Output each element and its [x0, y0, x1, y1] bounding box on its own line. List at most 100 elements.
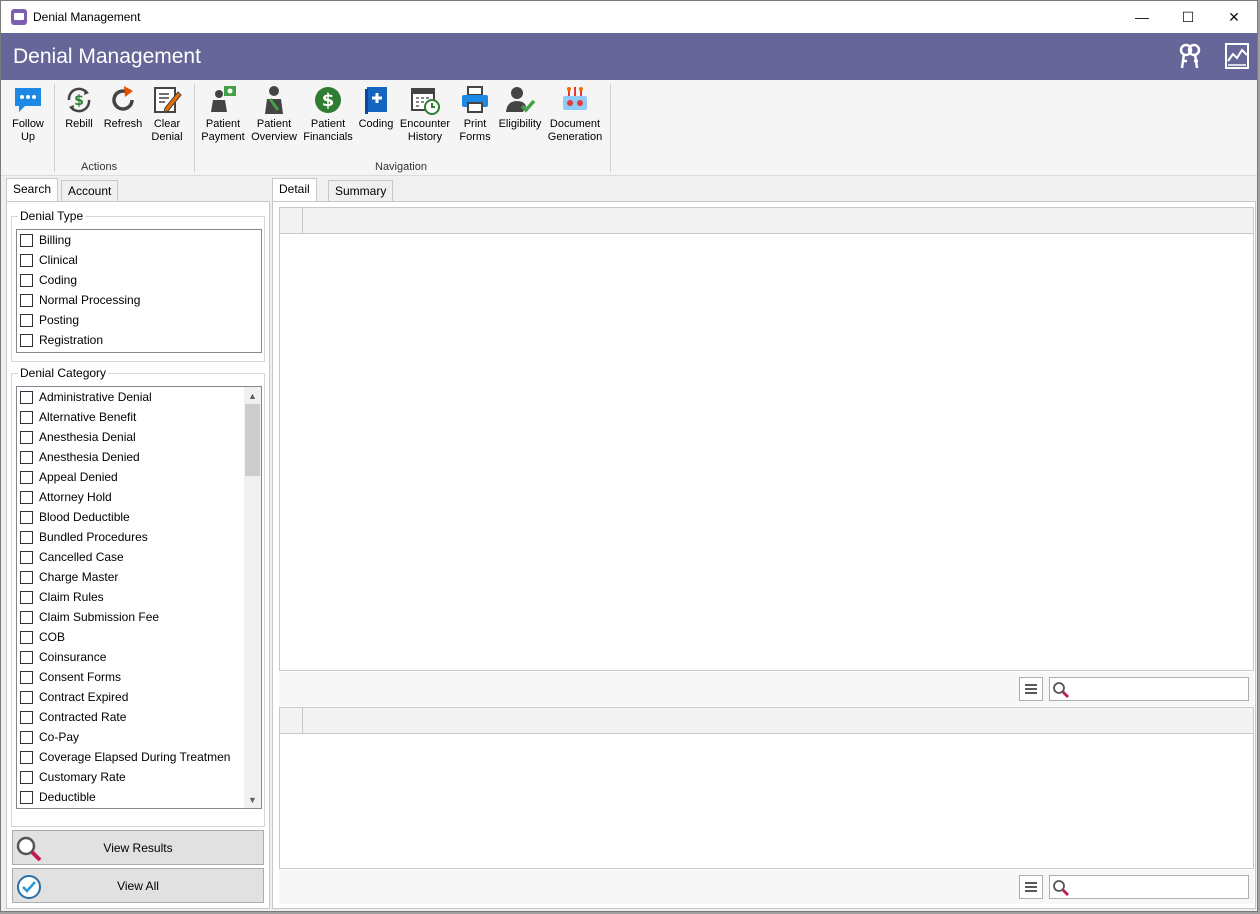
denial-category-checkbox-item[interactable]: COB [20, 627, 65, 647]
print-forms-button[interactable]: Print Forms [457, 84, 493, 144]
checkbox[interactable] [20, 750, 33, 764]
checkbox[interactable] [20, 610, 33, 624]
denial-type-checkbox-item[interactable]: Registration [20, 330, 103, 350]
denial-category-checkbox-item[interactable]: Cancelled Case [20, 547, 124, 567]
denial-category-checkbox-item[interactable]: Anesthesia Denied [20, 447, 140, 467]
refresh-label: Refresh [103, 118, 143, 130]
grid-search-field[interactable] [1049, 677, 1249, 701]
denial-category-checkbox-item[interactable]: Claim Rules [20, 587, 104, 607]
scroll-down-icon[interactable]: ▼ [244, 791, 261, 808]
denial-category-checkbox-item[interactable]: Co-Pay [20, 727, 79, 747]
denial-category-checkbox-item[interactable]: Customary Rate [20, 767, 126, 787]
grid-menu-button[interactable] [1019, 875, 1043, 899]
grid-search-input[interactable] [1072, 680, 1244, 698]
checkbox[interactable] [20, 730, 33, 744]
checkbox[interactable] [20, 530, 33, 544]
minimize-button[interactable]: — [1119, 1, 1165, 33]
document-generation-button[interactable]: Document Generation [546, 84, 604, 144]
denial-category-scrollbar[interactable]: ▲ ▼ [244, 387, 261, 808]
denial-category-checkbox-item[interactable]: Coinsurance [20, 647, 106, 667]
denial-type-checkbox-item[interactable]: Clinical [20, 250, 78, 270]
denial-category-checkbox-item[interactable]: Alternative Benefit [20, 407, 136, 427]
detail-grid-bottom[interactable] [279, 707, 1254, 869]
denial-category-checkbox-item[interactable]: Contracted Rate [20, 707, 126, 727]
denial-type-checkbox-item[interactable]: Posting [20, 310, 79, 330]
scroll-thumb[interactable] [245, 404, 260, 476]
checkbox[interactable] [20, 670, 33, 684]
grid-menu-button[interactable] [1019, 677, 1043, 701]
checkbox[interactable] [20, 450, 33, 464]
denial-type-checkbox-item[interactable]: Normal Processing [20, 290, 140, 310]
checkbox[interactable] [20, 233, 33, 247]
checkbox[interactable] [20, 510, 33, 524]
checkbox[interactable] [20, 630, 33, 644]
checkbox[interactable] [20, 550, 33, 564]
checkbox[interactable] [20, 333, 33, 347]
patient-overview-button[interactable]: Patient Overview [250, 84, 298, 144]
denial-category-checkbox-item[interactable]: Contract Expired [20, 687, 128, 707]
grid-search-field[interactable] [1049, 875, 1249, 899]
patient-financials-button[interactable]: $ Patient Financials [303, 84, 353, 144]
refresh-button[interactable]: Refresh [102, 84, 144, 131]
denial-category-checkbox-item[interactable]: Bundled Procedures [20, 527, 148, 547]
row-indicator-header [280, 708, 303, 733]
denial-type-checkbox-item[interactable]: Coding [20, 270, 77, 290]
checkbox[interactable] [20, 590, 33, 604]
checkbox[interactable] [20, 410, 33, 424]
header-band: Denial Management [1, 33, 1257, 80]
checkbox[interactable] [20, 430, 33, 444]
view-all-button[interactable]: View All [12, 868, 264, 903]
denial-category-checkbox-item[interactable]: Claim Submission Fee [20, 607, 159, 627]
encounter-history-button[interactable]: Encounter History [399, 84, 451, 144]
checkbox[interactable] [20, 570, 33, 584]
person-check-icon [506, 87, 536, 113]
denial-category-checkbox-item[interactable]: Administrative Denial [20, 387, 152, 407]
view-results-label: View Results [103, 840, 173, 855]
detail-grid-top[interactable] [279, 207, 1254, 671]
chart-document-icon[interactable] [1222, 41, 1252, 71]
denial-category-checkbox-item[interactable]: Charge Master [20, 567, 118, 587]
keys-icon[interactable] [1175, 41, 1205, 71]
checkbox[interactable] [20, 390, 33, 404]
checkbox[interactable] [20, 790, 33, 804]
checkbox[interactable] [20, 770, 33, 784]
tab-detail[interactable]: Detail [272, 178, 317, 202]
denial-category-checkbox-item[interactable]: Anesthesia Denial [20, 427, 136, 447]
patient-payment-button[interactable]: Patient Payment [200, 84, 246, 144]
checkbox[interactable] [20, 490, 33, 504]
scroll-up-icon[interactable]: ▲ [244, 387, 261, 404]
tab-summary[interactable]: Summary [328, 180, 394, 202]
checkbox[interactable] [20, 470, 33, 484]
denial-category-checkbox-item[interactable]: Blood Deductible [20, 507, 130, 527]
follow-up-button[interactable]: Follow Up [9, 84, 47, 144]
clear-denial-button[interactable]: Clear Denial [148, 84, 186, 144]
eligibility-button[interactable]: Eligibility [497, 84, 543, 131]
rebill-button[interactable]: $ Rebill [61, 84, 97, 131]
denial-category-checkbox-item[interactable]: Deductible [20, 787, 96, 807]
denial-category-checkbox-item[interactable]: Consent Forms [20, 667, 121, 687]
checkbox[interactable] [20, 690, 33, 704]
checkbox[interactable] [20, 710, 33, 724]
checkbox[interactable] [20, 273, 33, 287]
grid-search-input[interactable] [1072, 878, 1244, 896]
checkbox[interactable] [20, 253, 33, 267]
denial-category-checkbox-item[interactable]: Attorney Hold [20, 487, 112, 507]
maximize-button[interactable]: ☐ [1165, 1, 1211, 33]
row-indicator-header [280, 208, 303, 233]
denial-category-checkbox-item[interactable]: Coverage Elapsed During Treatmen [20, 747, 230, 767]
tab-search[interactable]: Search [6, 178, 59, 202]
checkbox[interactable] [20, 313, 33, 327]
denial-type-checkbox-item[interactable]: Billing [20, 230, 71, 250]
checkbox[interactable] [20, 650, 33, 664]
coding-button[interactable]: Coding [357, 84, 395, 131]
patient-payment-label-1: Patient [205, 118, 241, 130]
eligibility-label: Eligibility [498, 118, 542, 130]
search-panel: Denial Type Registration Posting Normal Pr… [6, 201, 270, 909]
rebill-label: Rebill [65, 118, 93, 130]
denial-category-checkbox-item[interactable]: Appeal Denied [20, 467, 118, 487]
close-button[interactable]: ✕ [1211, 1, 1257, 33]
view-results-button[interactable]: View Results [12, 830, 264, 865]
checkbox[interactable] [20, 293, 33, 307]
patient-overview-label-1: Patient [256, 118, 292, 130]
tab-account[interactable]: Account [61, 180, 119, 202]
